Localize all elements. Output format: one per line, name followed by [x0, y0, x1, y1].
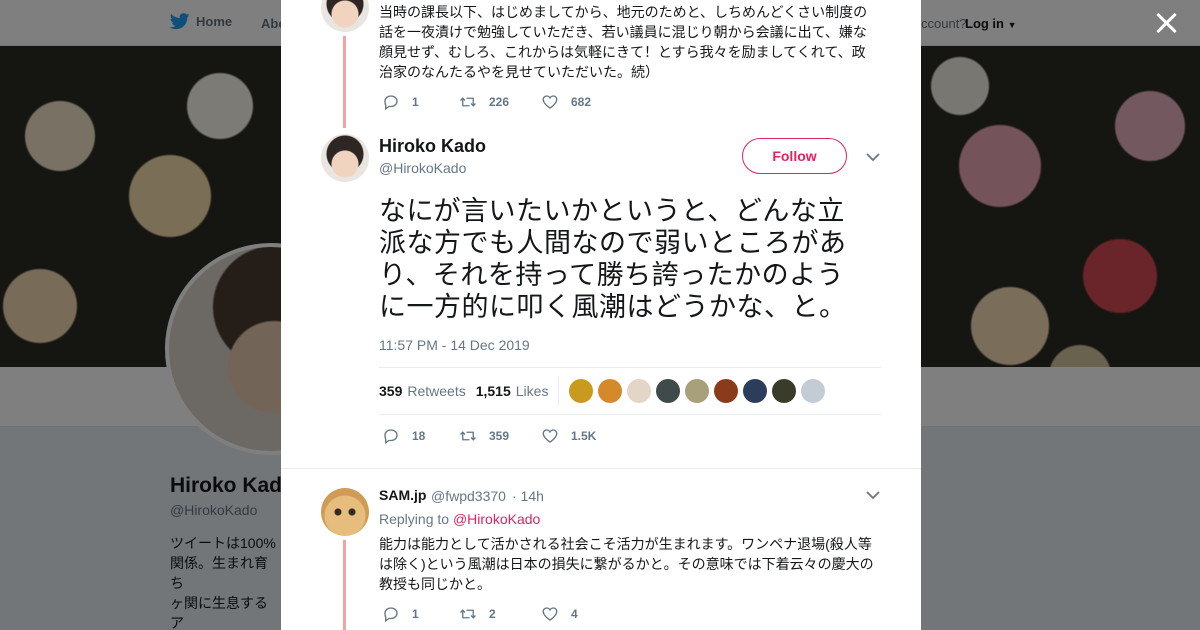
replies-divider	[281, 468, 921, 469]
reply-button[interactable]: 1	[382, 605, 459, 623]
main-tweet-text: なにが言いたいかというと、どんな立派な方でも人間なので弱いところがあり、それを持…	[379, 196, 847, 322]
main-tweet-author-name[interactable]: Hiroko Kado	[379, 136, 486, 157]
replying-to-prefix: Replying to	[379, 511, 450, 527]
like-count: 1.5K	[571, 429, 597, 443]
like-button[interactable]: 682	[541, 93, 591, 111]
engagement-stats: 359 Retweets 1,515 Likes	[379, 367, 881, 415]
reply-tweet-avatar[interactable]	[321, 488, 369, 536]
retweet-count: 359	[489, 429, 510, 443]
liker-daisy-avatar[interactable]	[772, 379, 797, 403]
reply-icon	[384, 607, 398, 623]
heart-icon	[542, 429, 558, 443]
like-count: 682	[571, 95, 592, 109]
thread-connector-line	[343, 36, 346, 128]
liker-default-avatar[interactable]	[801, 379, 826, 403]
liker-orange-avatar[interactable]	[598, 379, 623, 403]
replying-to-handle-link[interactable]: @HirokoKado	[453, 511, 540, 527]
retweets-stat[interactable]: 359 Retweets	[379, 383, 466, 399]
main-tweet-author-handle[interactable]: @HirokoKado	[379, 160, 466, 176]
retweet-button[interactable]: 359	[459, 427, 541, 445]
likes-stat-count: 1,515	[475, 383, 511, 399]
replying-to: Replying to @HirokoKado	[379, 511, 540, 527]
thread-connector-line	[343, 540, 346, 630]
like-button[interactable]: 4	[541, 605, 578, 623]
retweet-count: 2	[489, 607, 496, 621]
follow-button[interactable]: Follow	[742, 138, 847, 174]
prev-tweet-text: 当時の課長以下、はじめましてから、地元のためと、しちめんどくさい制度の話を一夜漬…	[379, 4, 868, 80]
reply-tweet-actions: 1 2 4	[382, 605, 578, 623]
liker-navy-avatar[interactable]	[743, 379, 768, 403]
likes-stat[interactable]: 1,515 Likes	[476, 383, 549, 399]
like-count: 4	[571, 607, 578, 621]
main-tweet-avatar[interactable]	[321, 134, 369, 182]
reply-tweet-author-handle[interactable]: @fwpd3370	[431, 488, 506, 504]
main-tweet-actions: 18 359 1.5K	[382, 427, 596, 445]
close-icon[interactable]	[1155, 12, 1177, 34]
retweet-icon	[460, 431, 476, 441]
chevron-down-icon[interactable]	[865, 487, 881, 503]
reply-count: 1	[412, 607, 419, 621]
heart-icon	[542, 95, 558, 109]
chevron-down-icon[interactable]	[865, 149, 881, 165]
tweet-permalink-modal: 当時の課長以下、はじめましてから、地元のためと、しちめんどくさい制度の話を一夜漬…	[281, 0, 921, 630]
reply-count: 1	[412, 95, 419, 109]
liker-green-avatar[interactable]	[685, 379, 710, 403]
retweet-button[interactable]: 2	[459, 605, 541, 623]
liker-plate-avatar[interactable]	[627, 379, 652, 403]
reply-tweet-age[interactable]: · 14h	[512, 488, 544, 504]
likes-stat-label: Likes	[515, 383, 549, 399]
reply-tweet-author-name[interactable]: SAM.jp	[379, 487, 426, 503]
reply-icon	[384, 429, 398, 445]
liker-avatars	[569, 379, 826, 403]
reply-icon	[384, 95, 398, 111]
reply-button[interactable]: 18	[382, 427, 459, 445]
heart-icon	[542, 607, 558, 621]
like-button[interactable]: 1.5K	[541, 427, 596, 445]
liker-dark-avatar[interactable]	[656, 379, 681, 403]
retweet-icon	[460, 609, 476, 619]
retweet-button[interactable]: 226	[459, 93, 541, 111]
reply-count: 18	[412, 429, 426, 443]
stats-divider	[558, 376, 560, 406]
retweet-count: 226	[489, 95, 510, 109]
prev-tweet-avatar[interactable]	[321, 0, 369, 32]
liker-sunflower-avatar[interactable]	[569, 379, 594, 403]
reply-tweet-text: 能力は能力として活かされる社会こそ活力が生まれます。ワンペナ退場(殺人等は除く)…	[379, 536, 874, 592]
prev-tweet-actions: 1 226 682	[382, 93, 591, 111]
liker-fire-avatar[interactable]	[714, 379, 739, 403]
retweet-icon	[460, 97, 476, 107]
reply-button[interactable]: 1	[382, 93, 459, 111]
retweets-stat-label: Retweets	[407, 383, 466, 399]
retweets-stat-count: 359	[379, 383, 403, 399]
main-tweet-timestamp[interactable]: 11:57 PM - 14 Dec 2019	[379, 337, 530, 353]
